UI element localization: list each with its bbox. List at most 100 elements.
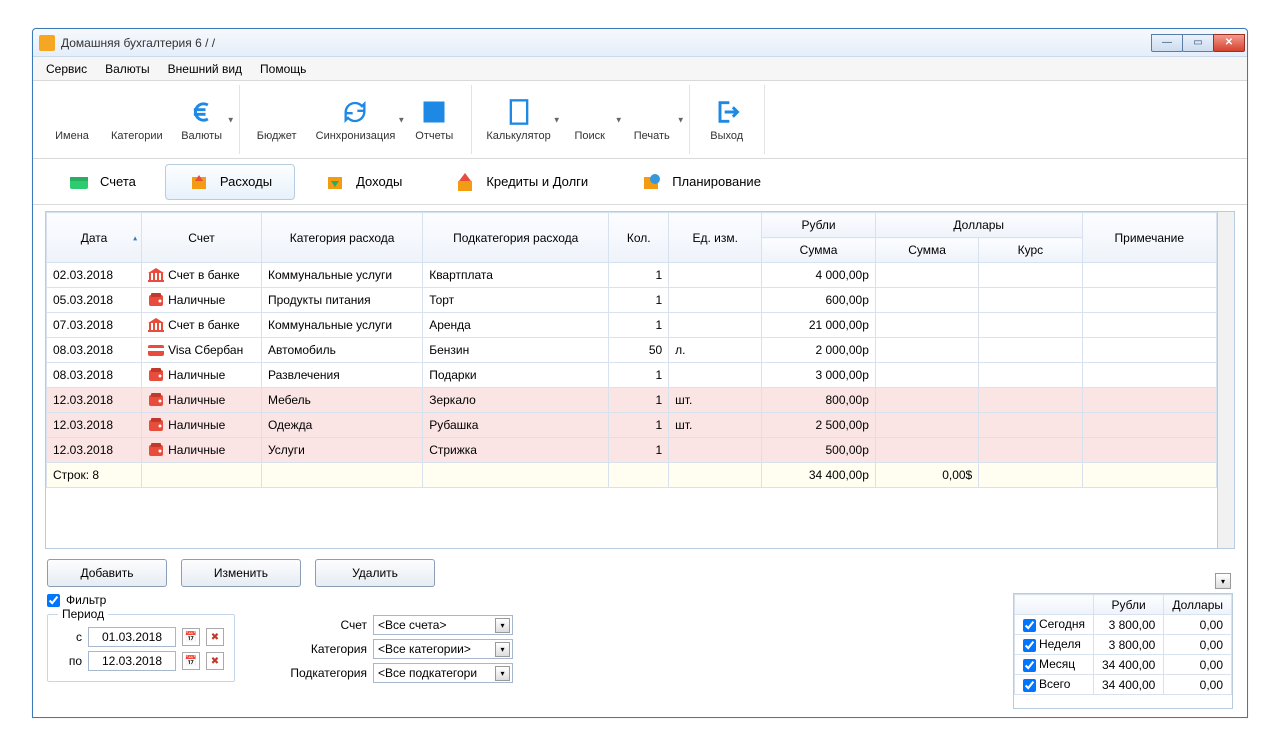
minimize-button[interactable]: —: [1151, 34, 1183, 52]
toolbar-people[interactable]: Имена: [41, 85, 103, 154]
filter-account-label: Счет: [277, 618, 367, 632]
tree-icon: [123, 98, 151, 126]
filter-subcategory-label: Подкатегория: [277, 666, 367, 680]
toolbar-search[interactable]: Поиск▼: [559, 85, 621, 154]
expense-table-area: Дата▴ Счет Категория расхода Подкатегори…: [45, 211, 1235, 549]
filter-checkbox[interactable]: [47, 594, 60, 607]
print-icon: [638, 98, 666, 126]
table-row[interactable]: 02.03.2018Счет в банкеКоммунальные услуг…: [47, 263, 1217, 288]
toolbar-chart[interactable]: Отчеты: [403, 85, 465, 154]
close-button[interactable]: ✕: [1213, 34, 1245, 52]
toolbar-print[interactable]: Печать▼: [621, 85, 683, 154]
tab-1[interactable]: Расходы: [165, 164, 295, 200]
clear-from-icon[interactable]: ✖: [206, 628, 224, 646]
maximize-button[interactable]: ▭: [1182, 34, 1214, 52]
filter-category-select[interactable]: <Все категории>▾: [373, 639, 513, 659]
bottom-panel: Фильтр Период с 📅 ✖ по: [47, 593, 1233, 709]
col-date[interactable]: Дата▴: [47, 213, 142, 263]
col-unit[interactable]: Ед. изм.: [669, 213, 762, 263]
toolbar-euro[interactable]: Валюты▼: [171, 85, 233, 154]
expense-table: Дата▴ Счет Категория расхода Подкатегори…: [46, 212, 1217, 488]
search-icon: [576, 98, 604, 126]
col-qty[interactable]: Кол.: [609, 213, 669, 263]
table-scroll[interactable]: Дата▴ Счет Категория расхода Подкатегори…: [45, 211, 1218, 549]
col-dollars[interactable]: Доллары: [875, 213, 1082, 238]
col-rubles[interactable]: Рубли: [762, 213, 876, 238]
col-account[interactable]: Счет: [142, 213, 262, 263]
summary-row: Строк: 8 34 400,00р 0,00$: [47, 463, 1217, 488]
menu-Сервис[interactable]: Сервис: [37, 59, 96, 79]
filter-account-select[interactable]: <Все счета>▾: [373, 615, 513, 635]
table-row[interactable]: 08.03.2018НаличныеРазвлеченияПодарки13 0…: [47, 363, 1217, 388]
col-subcategory[interactable]: Подкатегория расхода: [423, 213, 609, 263]
calendar-to-icon[interactable]: 📅: [182, 652, 200, 670]
people-icon: [58, 98, 86, 126]
table-row[interactable]: 12.03.2018НаличныеМебельЗеркало1шт.800,0…: [47, 388, 1217, 413]
tab-2[interactable]: Доходы: [301, 164, 425, 200]
table-row[interactable]: 08.03.2018Visa СбербанАвтомобильБензин50…: [47, 338, 1217, 363]
toolbar-exit[interactable]: Выход: [696, 85, 758, 154]
table-row[interactable]: 12.03.2018НаличныеУслугиСтрижка1500,00р: [47, 438, 1217, 463]
totals-check[interactable]: [1023, 639, 1036, 652]
toolbar-calc[interactable]: Калькулятор▼: [478, 85, 558, 154]
expand-panel-button[interactable]: ▾: [1215, 573, 1231, 589]
col-usd-sum[interactable]: Сумма: [875, 238, 978, 263]
table-row[interactable]: 12.03.2018НаличныеОдеждаРубашка1шт.2 500…: [47, 413, 1217, 438]
col-usd-rate[interactable]: Курс: [979, 238, 1082, 263]
totals-row: Сегодня3 800,000,00: [1014, 615, 1231, 635]
add-button[interactable]: Добавить: [47, 559, 167, 587]
to-label: по: [58, 654, 82, 668]
clear-to-icon[interactable]: ✖: [206, 652, 224, 670]
menu-Помощь[interactable]: Помощь: [251, 59, 315, 79]
totals-row: Неделя3 800,000,00: [1014, 635, 1231, 655]
filter-check-row: Фильтр: [47, 593, 235, 607]
app-window: Домашняя бухгалтерия 6 / / — ▭ ✕ СервисВ…: [32, 28, 1248, 718]
col-category[interactable]: Категория расхода: [261, 213, 422, 263]
euro-icon: [188, 98, 216, 126]
totals-rub-header: Рубли: [1093, 595, 1163, 615]
totals-check[interactable]: [1023, 619, 1036, 632]
period-legend: Период: [58, 607, 108, 621]
totals-check[interactable]: [1023, 679, 1036, 692]
chart-icon: [420, 98, 448, 126]
delete-button[interactable]: Удалить: [315, 559, 435, 587]
gauge-icon: [263, 98, 291, 126]
wallet-icon: [148, 368, 164, 382]
app-icon: [39, 35, 55, 51]
tab-4[interactable]: Планирование: [617, 164, 784, 200]
filter-subcategory-select[interactable]: <Все подкатегори▾: [373, 663, 513, 683]
totals-table: РублиДоллары Сегодня3 800,000,00 Неделя3…: [1013, 593, 1233, 709]
nav-tabs: СчетаРасходыДоходыКредиты и ДолгиПланиро…: [33, 159, 1247, 205]
table-row[interactable]: 07.03.2018Счет в банкеКоммунальные услуг…: [47, 313, 1217, 338]
tab-0[interactable]: Счета: [45, 164, 159, 200]
table-row[interactable]: 05.03.2018НаличныеПродукты питанияТорт16…: [47, 288, 1217, 313]
calc-icon: [505, 98, 533, 126]
tab-3[interactable]: Кредиты и Долги: [431, 164, 611, 200]
filter-label: Фильтр: [66, 593, 106, 607]
menu-Внешний вид[interactable]: Внешний вид: [159, 59, 251, 79]
window-title: Домашняя бухгалтерия 6 / /: [61, 36, 1152, 50]
wallet-icon: [148, 418, 164, 432]
titlebar: Домашняя бухгалтерия 6 / / — ▭ ✕: [33, 29, 1247, 57]
totals-check[interactable]: [1023, 659, 1036, 672]
toolbar-sync[interactable]: Синхронизация▼: [308, 85, 404, 154]
totals-row: Всего34 400,000,00: [1014, 675, 1231, 695]
totals-usd-header: Доллары: [1164, 595, 1232, 615]
period-fieldset: Период с 📅 ✖ по 📅: [47, 607, 235, 682]
date-to-input[interactable]: [88, 651, 176, 671]
edit-button[interactable]: Изменить: [181, 559, 301, 587]
from-label: с: [58, 630, 82, 644]
toolbar-gauge[interactable]: Бюджет: [246, 85, 308, 154]
date-from-input[interactable]: [88, 627, 176, 647]
vertical-scrollbar[interactable]: [1218, 211, 1235, 549]
calendar-from-icon[interactable]: 📅: [182, 628, 200, 646]
totals-row: Месяц34 400,000,00: [1014, 655, 1231, 675]
bank-icon: [148, 318, 164, 332]
exit-icon: [713, 98, 741, 126]
toolbar-tree[interactable]: Категории: [103, 85, 171, 154]
col-note[interactable]: Примечание: [1082, 213, 1216, 263]
sync-icon: [341, 98, 369, 126]
bank-icon: [148, 268, 164, 282]
menu-Валюты[interactable]: Валюты: [96, 59, 159, 79]
col-rub-sum[interactable]: Сумма: [762, 238, 876, 263]
